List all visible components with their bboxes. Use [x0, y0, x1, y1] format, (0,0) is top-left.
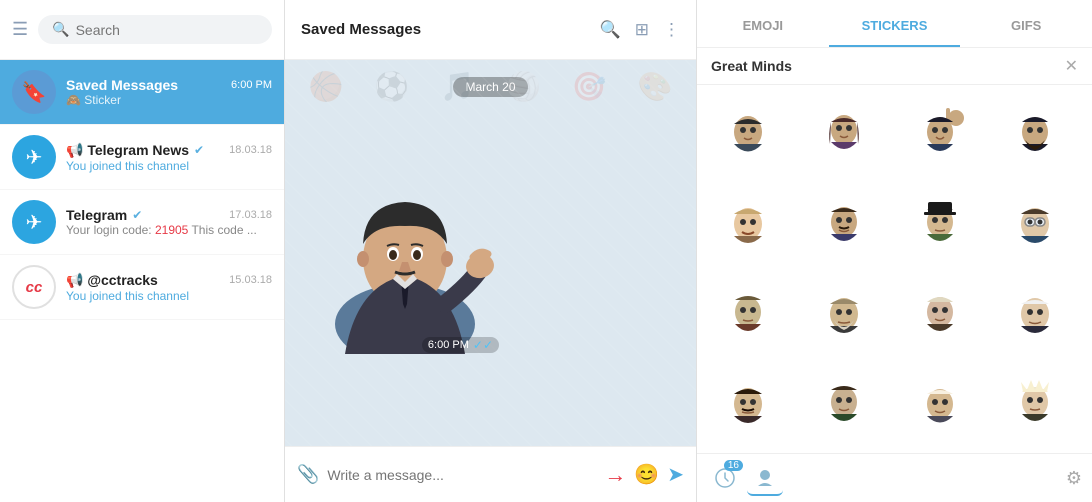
chat-messages: 🏀 ⚽ 🎵 🏐 🎯 🎨 March 20 — [285, 60, 696, 446]
arrow-indicator: → — [604, 462, 626, 488]
sticker-time: 6:00 PM ✓✓ — [422, 337, 499, 353]
emoji-icon[interactable]: 😊 — [634, 462, 659, 487]
sticker-img-7 — [908, 194, 972, 258]
chat-item-telegram[interactable]: ✈ Telegram ✔ 17.03.18 Your login code: 2… — [0, 190, 284, 255]
tab-gifs[interactable]: GIFS — [960, 6, 1092, 47]
read-check-icon: ✓✓ — [473, 338, 493, 352]
sticker-bottom-bar: 16 ⚙ — [697, 453, 1092, 502]
sticker-img-9 — [716, 284, 780, 348]
layout-icon[interactable]: ⊞ — [635, 20, 649, 40]
search-icon: 🔍 — [52, 21, 69, 38]
chat-preview-telegram-news: You joined this channel — [66, 159, 272, 173]
sticker-img-13 — [716, 374, 780, 438]
sticker-cell-11[interactable] — [897, 273, 983, 359]
chat-input-bar: 📎 → 😊 ➤ — [285, 446, 696, 502]
sticker-cell-3[interactable] — [897, 93, 983, 179]
sticker-img-3 — [908, 104, 972, 168]
sticker-cell-6[interactable] — [801, 183, 887, 269]
sticker-pack-header: Great Minds ✕ — [697, 48, 1092, 85]
sticker-cell-4[interactable] — [992, 93, 1078, 179]
sticker-img-6 — [812, 194, 876, 258]
sticker-cell-10[interactable] — [801, 273, 887, 359]
more-icon[interactable]: ⋮ — [663, 20, 680, 40]
sticker-img-15 — [908, 374, 972, 438]
avatar-cctracks: cc — [12, 265, 56, 309]
chat-time-telegram-news: 18.03.18 — [229, 144, 272, 156]
chat-item-telegram-news[interactable]: ✈ 📢 Telegram News ✔ 18.03.18 You joined … — [0, 125, 284, 190]
sticker-cell-2[interactable] — [801, 93, 887, 179]
chat-title: Saved Messages — [301, 21, 586, 38]
verified-icon-telegram: ✔ — [132, 208, 142, 222]
chat-item-cctracks[interactable]: cc 📢 @cctracks 15.03.18 You joined this … — [0, 255, 284, 320]
sticker-cell-8[interactable] — [992, 183, 1078, 269]
avatar-telegram-news: ✈ — [12, 135, 56, 179]
sticker-img-5 — [716, 194, 780, 258]
chat-time-cctracks: 15.03.18 — [229, 274, 272, 286]
attach-icon[interactable]: 📎 — [297, 464, 319, 485]
sticker-cell-1[interactable] — [705, 93, 791, 179]
sticker-cell-5[interactable] — [705, 183, 791, 269]
recent-stickers-icon[interactable]: 16 — [707, 460, 743, 496]
sticker-cell-14[interactable] — [801, 363, 887, 449]
search-box: 🔍 — [38, 15, 272, 44]
chat-time-telegram: 17.03.18 — [229, 209, 272, 221]
badge-16: 16 — [724, 460, 743, 471]
sticker-img-8 — [1003, 194, 1067, 258]
sticker-pack-title: Great Minds — [711, 58, 1065, 74]
search-chat-icon[interactable]: 🔍 — [600, 20, 621, 40]
chat-name-cctracks: 📢 @cctracks — [66, 272, 158, 289]
sticker-cell-7[interactable] — [897, 183, 983, 269]
chat-preview-cctracks: You joined this channel — [66, 289, 272, 303]
sticker-img-2 — [812, 104, 876, 168]
chat-name-telegram: Telegram — [66, 207, 127, 223]
chat-header: Saved Messages 🔍 ⊞ ⋮ — [285, 0, 696, 60]
chat-area: Saved Messages 🔍 ⊞ ⋮ 🏀 ⚽ 🎵 🏐 🎯 🎨 March 2… — [285, 0, 697, 502]
search-input[interactable] — [76, 22, 258, 38]
sticker-cell-9[interactable] — [705, 273, 791, 359]
sticker-cell-16[interactable] — [992, 363, 1078, 449]
message-input[interactable] — [327, 467, 596, 483]
chat-preview-telegram: Your login code: 21905 This code ... — [66, 223, 272, 237]
chat-name-telegram-news: 📢 Telegram News — [66, 142, 189, 159]
hamburger-icon[interactable]: ☰ — [12, 19, 28, 40]
sticker-tabs: EMOJI STICKERS GIFS — [697, 0, 1092, 48]
sticker-cell-13[interactable] — [705, 363, 791, 449]
tab-emoji[interactable]: EMOJI — [697, 6, 829, 47]
sticker-svg — [305, 114, 505, 354]
sticker-img-11 — [908, 284, 972, 348]
sticker-img-10 — [812, 284, 876, 348]
chat-item-saved-messages[interactable]: 🔖 Saved Messages 6:00 PM 🙈 Sticker — [0, 60, 284, 125]
great-minds-icon[interactable] — [747, 460, 783, 496]
sticker-img-12 — [1003, 284, 1067, 348]
close-sticker-panel-button[interactable]: ✕ — [1065, 56, 1078, 76]
sticker-cell-15[interactable] — [897, 363, 983, 449]
chat-preview-saved-messages: 🙈 Sticker — [66, 93, 272, 107]
chat-time-saved-messages: 6:00 PM — [231, 79, 272, 91]
sticker-cell-12[interactable] — [992, 273, 1078, 359]
sidebar-header: ☰ 🔍 — [0, 0, 284, 60]
sticker-grid — [697, 85, 1092, 453]
avatar-saved-messages: 🔖 — [12, 70, 56, 114]
sticker-img-4 — [1003, 104, 1067, 168]
avatar-telegram: ✈ — [12, 200, 56, 244]
tab-stickers[interactable]: STICKERS — [829, 6, 961, 47]
sticker-img-1 — [716, 104, 780, 168]
sticker-message: 6:00 PM ✓✓ — [305, 114, 505, 359]
sticker-img-16 — [1003, 374, 1067, 438]
sticker-settings-icon[interactable]: ⚙ — [1066, 468, 1082, 489]
sticker-panel: EMOJI STICKERS GIFS Great Minds ✕ — [697, 0, 1092, 502]
chat-list: 🔖 Saved Messages 6:00 PM 🙈 Sticker ✈ 📢 T… — [0, 60, 284, 320]
sticker-img-14 — [812, 374, 876, 438]
sidebar: ☰ 🔍 🔖 Saved Messages 6:00 PM 🙈 Sticker ✈ — [0, 0, 285, 502]
send-button[interactable]: ➤ — [667, 462, 684, 487]
chat-name-saved-messages: Saved Messages — [66, 77, 178, 93]
verified-icon-telegram-news: ✔ — [194, 143, 204, 157]
